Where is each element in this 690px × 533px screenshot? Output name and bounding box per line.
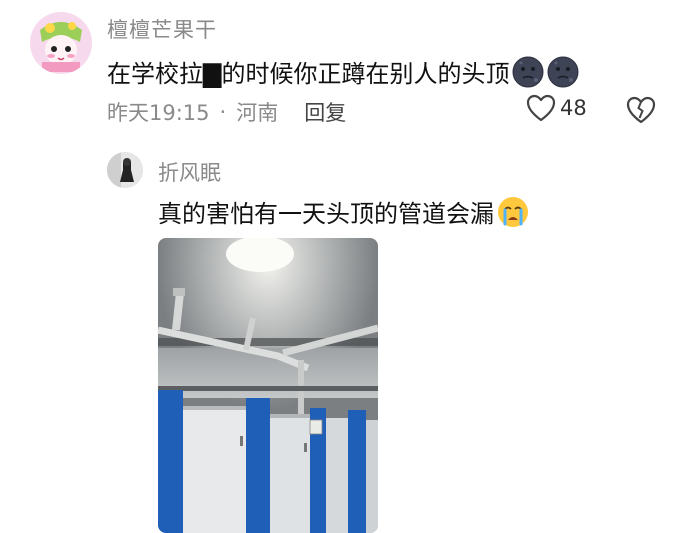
comment-body: 在学校拉▇的时候你正蹲在别人的头顶 — [107, 60, 510, 88]
person-photo-icon — [107, 152, 143, 188]
like-button[interactable]: 48 — [526, 94, 587, 122]
meta-separator: · — [219, 100, 227, 124]
reply-button[interactable]: 回复 — [304, 97, 346, 127]
cartoon-avatar-icon — [30, 12, 92, 74]
comment-text: 在学校拉▇的时候你正蹲在别人的头顶 — [107, 54, 579, 89]
reply-username[interactable]: 折风眠 — [158, 157, 221, 187]
comment-location: 河南 — [236, 101, 279, 125]
crying-face-icon — [497, 196, 529, 228]
heart-icon — [526, 94, 556, 122]
reply-avatar[interactable] — [107, 152, 143, 188]
dislike-button[interactable] — [626, 96, 656, 128]
comment-meta: 昨天19:15 · 河南 回复 — [107, 97, 346, 127]
moon-face-icon — [512, 56, 544, 88]
attached-photo[interactable] — [158, 238, 378, 533]
comment-username[interactable]: 檀檀芒果干 — [107, 14, 217, 44]
comment-time: 昨天19:15 — [107, 101, 210, 125]
reply-text: 真的害怕有一天头顶的管道会漏 — [158, 194, 529, 229]
moon-face-icon — [547, 56, 579, 88]
broken-heart-icon — [626, 96, 656, 124]
like-count: 48 — [560, 96, 587, 120]
reply-body: 真的害怕有一天头顶的管道会漏 — [158, 200, 494, 228]
avatar[interactable] — [30, 12, 92, 74]
restroom-photo — [158, 238, 378, 533]
